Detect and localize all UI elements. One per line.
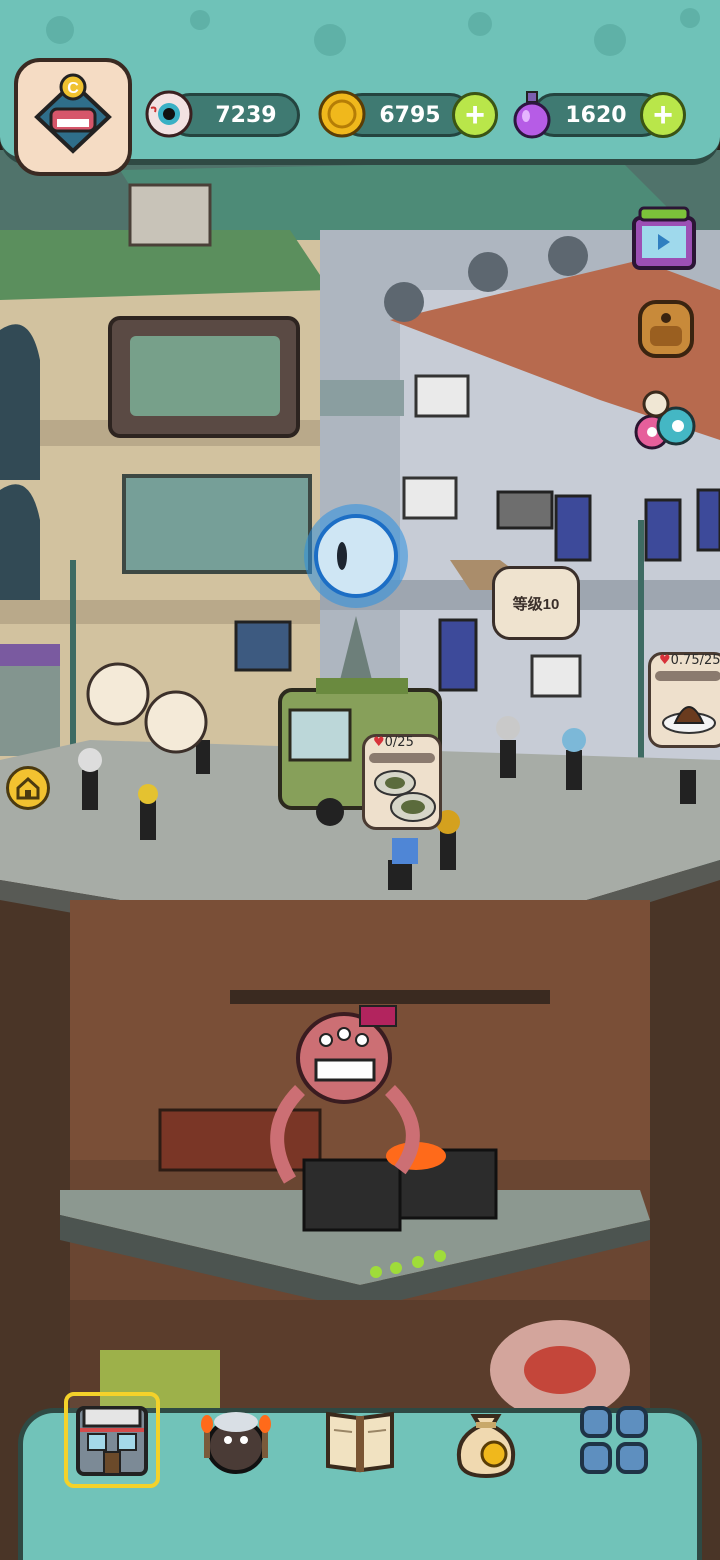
nav-menu[interactable] bbox=[566, 1392, 662, 1488]
heart-icon: ♥ bbox=[373, 735, 385, 750]
food-truck-order-count: ♥0/25 bbox=[373, 735, 414, 750]
monster-chef-avatar-icon: C bbox=[34, 73, 112, 154]
add-potions-button[interactable]: + bbox=[640, 92, 686, 138]
home-icon bbox=[16, 776, 40, 800]
nav-restaurant[interactable] bbox=[64, 1392, 160, 1488]
level-bubble[interactable]: 等级10 bbox=[492, 566, 580, 640]
backpack-icon[interactable] bbox=[630, 290, 702, 362]
potion-icon bbox=[513, 91, 551, 139]
nav-money-bag[interactable] bbox=[438, 1392, 534, 1488]
avatar-letter: C bbox=[67, 80, 79, 97]
player-avatar[interactable]: C bbox=[14, 58, 132, 176]
monster-eggs-icon[interactable] bbox=[626, 384, 698, 456]
money-bag-icon bbox=[457, 1414, 515, 1479]
nav-monster[interactable] bbox=[188, 1392, 284, 1488]
tv-ads-icon[interactable] bbox=[628, 204, 700, 276]
restaurant-icon bbox=[76, 1406, 148, 1476]
monster-icon bbox=[201, 1412, 271, 1474]
home-button[interactable] bbox=[6, 766, 50, 810]
potions-value: 1620 bbox=[565, 102, 627, 128]
dish-pudding-icon bbox=[662, 706, 716, 734]
shop-order-count: ♥0.75/25 bbox=[659, 653, 720, 668]
order-progress-bar bbox=[655, 671, 720, 681]
level-text: 等级10 bbox=[512, 595, 560, 613]
coin-icon bbox=[318, 90, 366, 138]
nav-recipe-book[interactable] bbox=[312, 1392, 408, 1488]
plus-icon: + bbox=[465, 96, 485, 134]
add-coins-button[interactable]: + bbox=[452, 92, 498, 138]
grid-menu-icon bbox=[580, 1406, 648, 1474]
heart-icon: ♥ bbox=[659, 653, 671, 668]
game-scene bbox=[0, 150, 720, 1560]
eyes-value: 7239 bbox=[215, 102, 277, 128]
plus-icon: + bbox=[653, 96, 673, 134]
order-progress-bar bbox=[369, 753, 435, 763]
dish-plates-icon bbox=[374, 770, 436, 822]
coins-value: 6795 bbox=[379, 102, 441, 128]
shop-order-card[interactable]: ♥0.75/25 bbox=[648, 652, 720, 748]
food-truck-order-card[interactable]: ♥0/25 bbox=[362, 734, 442, 830]
eyeball-icon bbox=[145, 90, 193, 138]
book-icon bbox=[326, 1411, 394, 1473]
